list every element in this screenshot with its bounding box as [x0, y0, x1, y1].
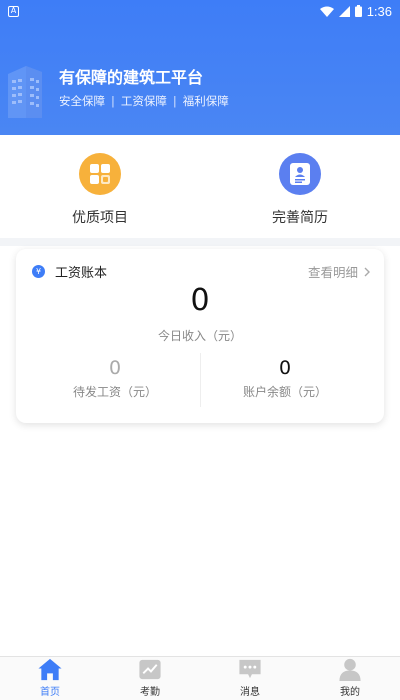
tag-separator: | [111, 94, 115, 108]
tab-attendance[interactable]: 考勤 [100, 657, 200, 700]
section-divider [0, 238, 400, 246]
signal-icon [338, 5, 350, 17]
clock: 1:36 [366, 3, 392, 19]
status-bar: A 1:36 [0, 0, 400, 22]
resume-icon [279, 153, 321, 195]
quality-projects-label: 优质项目 [72, 210, 128, 226]
tab-profile-label: 我的 [340, 687, 360, 698]
page-title: 有保障的建筑工平台 [59, 68, 204, 87]
tab-attendance-label: 考勤 [140, 687, 160, 698]
tab-messages-label: 消息 [240, 687, 260, 698]
view-details-link[interactable]: 查看明细 [308, 262, 370, 281]
profile-icon [339, 658, 361, 682]
pending-salary-value: 0 [108, 357, 122, 379]
chart-icon [139, 659, 161, 680]
message-icon [239, 659, 261, 679]
header-banner: A 1:36 有保障的建筑工平台 安全保障 | 工资保障 | 福利保障 [0, 0, 400, 135]
tab-home[interactable]: 首页 [0, 657, 100, 700]
tab-home-label: 首页 [40, 687, 60, 698]
pending-salary-label: 待发工资（元） [72, 385, 157, 399]
tab-profile[interactable]: 我的 [300, 657, 400, 700]
tag-separator: | [172, 94, 177, 108]
building-icon [8, 66, 42, 118]
account-balance: 0 账户余额（元） [210, 357, 360, 400]
pending-salary: 0 待发工资（元） [40, 357, 190, 400]
tag-safety: 安全保障 [59, 94, 105, 108]
tab-messages[interactable]: 消息 [200, 657, 300, 700]
grid-icon [79, 153, 121, 195]
chevron-right-icon [364, 267, 370, 276]
tag-salary: 工资保障 [120, 94, 167, 108]
complete-resume-button[interactable]: 完善简历 [245, 153, 355, 227]
tag-welfare: 福利保障 [182, 94, 229, 108]
yen-icon: ¥ [32, 265, 45, 278]
vertical-divider [200, 353, 201, 407]
today-income-label: 今日收入（元） [157, 329, 242, 343]
account-balance-label: 账户余额（元） [242, 385, 327, 399]
salary-ledger-card: ¥ 工资账本 查看明细 0 今日收入（元） 0 待发工资（元） 0 账户余额（元… [16, 249, 384, 423]
card-header: ¥ 工资账本 [32, 262, 107, 281]
view-details-label: 查看明细 [307, 265, 358, 280]
guarantee-tags: 安全保障 | 工资保障 | 福利保障 [59, 93, 229, 109]
battery-icon [354, 5, 362, 17]
quality-projects-button[interactable]: 优质项目 [45, 153, 155, 227]
card-title: 工资账本 [55, 266, 108, 281]
home-icon [38, 658, 62, 681]
notification-icon: A [8, 5, 19, 17]
account-balance-value: 0 [278, 357, 292, 379]
complete-resume-label: 完善简历 [272, 210, 328, 226]
bottom-tab-bar: 首页 考勤 消息 我的 [0, 656, 400, 700]
today-income-value: 0 [190, 283, 210, 318]
quick-entries: 优质项目 完善简历 [0, 135, 400, 238]
wifi-icon [319, 6, 334, 17]
